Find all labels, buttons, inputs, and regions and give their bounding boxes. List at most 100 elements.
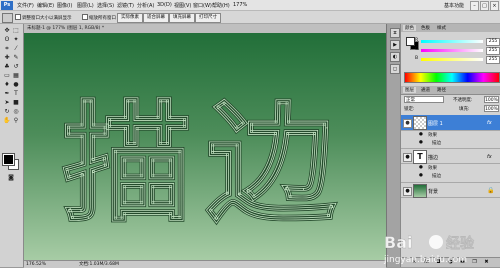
tab-styles[interactable]: 样式 (437, 25, 446, 31)
eye-icon[interactable]: ● (419, 173, 423, 178)
layer-thumbnail (413, 116, 427, 130)
3d-orbit-tool-icon[interactable]: ◎ (12, 108, 20, 116)
zoom-level[interactable]: 177% (233, 2, 247, 8)
visibility-eye-icon[interactable]: ● (403, 119, 412, 128)
green-slider[interactable] (421, 49, 483, 52)
zoom-tool-icon[interactable]: ⚲ (12, 117, 20, 125)
healing-brush-tool-icon[interactable]: ✚ (3, 54, 11, 62)
menu-bar: Ps 文件(F) 编辑(E) 图像(I) 图层(L) 选择(S) 滤镜(T) 分… (0, 0, 500, 11)
document-canvas[interactable]: 描 描 边 边 (24, 33, 386, 260)
adjustments-panel-icon[interactable]: ◐ (390, 52, 400, 62)
hand-tool-icon[interactable]: ✋ (3, 117, 11, 125)
dodge-tool-icon[interactable]: ● (12, 81, 20, 89)
layer-effects-row[interactable]: ● 效果 (401, 164, 500, 172)
visibility-eye-icon[interactable]: ● (403, 187, 412, 196)
layer-fx-icon[interactable]: fx (487, 154, 492, 160)
maximize-button[interactable]: □ (480, 1, 489, 11)
history-panel-icon[interactable]: ⧖ (390, 28, 400, 38)
eyedropper-tool-icon[interactable]: ⁄ (12, 45, 20, 53)
layer-fx-icon[interactable]: fx (487, 120, 492, 126)
opacity-field[interactable]: 100% (484, 96, 499, 103)
tab-channels[interactable]: 通道 (421, 87, 430, 93)
tab-swatches[interactable]: 色板 (421, 25, 430, 31)
menu-image[interactable]: 图像(I) (57, 2, 72, 9)
3d-rotate-tool-icon[interactable]: ↻ (3, 108, 11, 116)
layer-row-background[interactable]: ● 背景 🔒 (401, 182, 500, 198)
move-tool-icon[interactable]: ✥ (3, 27, 11, 35)
fill-screen-button[interactable]: 填充屏幕 (169, 13, 195, 23)
minimize-button[interactable]: – (470, 1, 479, 11)
red-slider[interactable] (421, 40, 483, 43)
quick-mask-icon[interactable]: ◙ (7, 174, 15, 182)
channel-g-label: G (415, 47, 419, 52)
menu-3d[interactable]: 3D(D) (157, 2, 172, 8)
menu-view[interactable]: 视图(V) (174, 2, 191, 9)
brush-tool-icon[interactable]: ✎ (12, 54, 20, 62)
menu-select[interactable]: 选择(S) (97, 2, 114, 9)
marquee-tool-icon[interactable]: ⬚ (12, 27, 20, 35)
blend-mode-select[interactable]: 正常 (404, 96, 444, 103)
layer-thumbnail (413, 184, 427, 198)
pen-tool-icon[interactable]: ✒ (3, 90, 11, 98)
zoom-tool-icon[interactable] (2, 13, 13, 23)
layer-name[interactable]: 图层 1 (428, 120, 443, 127)
type-tool-icon[interactable]: T (12, 90, 20, 98)
watermark-url: jingyan.baidu.com (383, 255, 467, 265)
path-selection-tool-icon[interactable]: ➤ (3, 99, 11, 107)
checkbox-icon[interactable] (82, 14, 88, 20)
watermark-svg: Bai 经验 jingyan.baidu.com (383, 233, 475, 265)
menu-window[interactable]: 窗口(W) (193, 2, 212, 9)
menu-layer[interactable]: 图层(L) (77, 2, 94, 9)
layer-stroke-row[interactable]: ● 描边 (401, 139, 500, 147)
color-spectrum-bar[interactable] (404, 72, 500, 83)
masks-panel-icon[interactable]: ◻ (390, 64, 400, 74)
eye-icon[interactable]: ● (419, 165, 423, 170)
stroked-text-artwork: 描 描 边 边 (61, 87, 338, 242)
menu-file[interactable]: 文件(F) (17, 2, 34, 9)
lasso-tool-icon[interactable]: ʘ (3, 36, 11, 44)
foreground-color-swatch[interactable] (2, 153, 15, 166)
blur-tool-icon[interactable]: ♦ (3, 81, 11, 89)
green-value-field[interactable]: 255 (486, 47, 500, 55)
blue-slider[interactable] (421, 58, 483, 61)
shape-tool-icon[interactable]: ■ (12, 99, 20, 107)
fit-screen-button[interactable]: 适合屏幕 (143, 13, 169, 23)
option-resize-windows[interactable]: 调整窗口大小以满屏显示 (15, 14, 72, 21)
magic-wand-tool-icon[interactable]: ✦ (12, 36, 20, 44)
red-value-field[interactable]: 255 (486, 38, 500, 46)
option-zoom-all[interactable]: 缩放所有窗口 (82, 14, 116, 21)
blue-value-field[interactable]: 255 (486, 56, 500, 64)
menu-filter[interactable]: 滤镜(T) (117, 2, 134, 9)
effects-label: 效果 (428, 166, 437, 171)
menu-edit[interactable]: 编辑(E) (37, 2, 54, 9)
layer-name[interactable]: 背景 (428, 188, 438, 195)
close-button[interactable]: × (490, 1, 499, 11)
menu-analysis[interactable]: 分析(A) (137, 2, 154, 9)
eye-icon[interactable]: ● (419, 140, 423, 145)
foreground-color-box[interactable] (406, 37, 415, 46)
layer-row-layer1[interactable]: ● 图层 1 fx (401, 115, 500, 131)
option-zoom-all-label: 缩放所有窗口 (89, 16, 116, 21)
eye-icon[interactable]: ● (419, 132, 423, 137)
layer-row-text[interactable]: ● T 描边 fx (401, 148, 500, 164)
tab-color[interactable]: 颜色 (403, 25, 416, 31)
eraser-tool-icon[interactable]: ▭ (3, 72, 11, 80)
checkbox-icon[interactable] (15, 14, 21, 20)
layer-name[interactable]: 描边 (428, 154, 438, 161)
actions-panel-icon[interactable]: ▶ (390, 40, 400, 50)
channel-r-label: R (415, 38, 419, 43)
visibility-eye-icon[interactable]: ● (403, 153, 412, 162)
menu-help[interactable]: 帮助(H) (212, 2, 230, 9)
actual-pixels-button[interactable]: 实际像素 (117, 13, 143, 23)
fill-field[interactable]: 100% (484, 105, 499, 112)
stamp-tool-icon[interactable]: ♣ (3, 63, 11, 71)
print-size-button[interactable]: 打印尺寸 (195, 13, 221, 23)
layer-stroke-row[interactable]: ● 描边 (401, 172, 500, 180)
history-brush-tool-icon[interactable]: ↺ (12, 63, 20, 71)
tab-layers[interactable]: 图层 (403, 87, 416, 93)
gradient-tool-icon[interactable]: ▦ (12, 72, 20, 80)
crop-tool-icon[interactable]: ⌗ (3, 45, 11, 53)
tab-paths[interactable]: 路径 (437, 87, 446, 93)
layer-effects-row[interactable]: ● 效果 (401, 131, 500, 139)
workspace-switcher[interactable]: 基本功能 (444, 2, 464, 9)
